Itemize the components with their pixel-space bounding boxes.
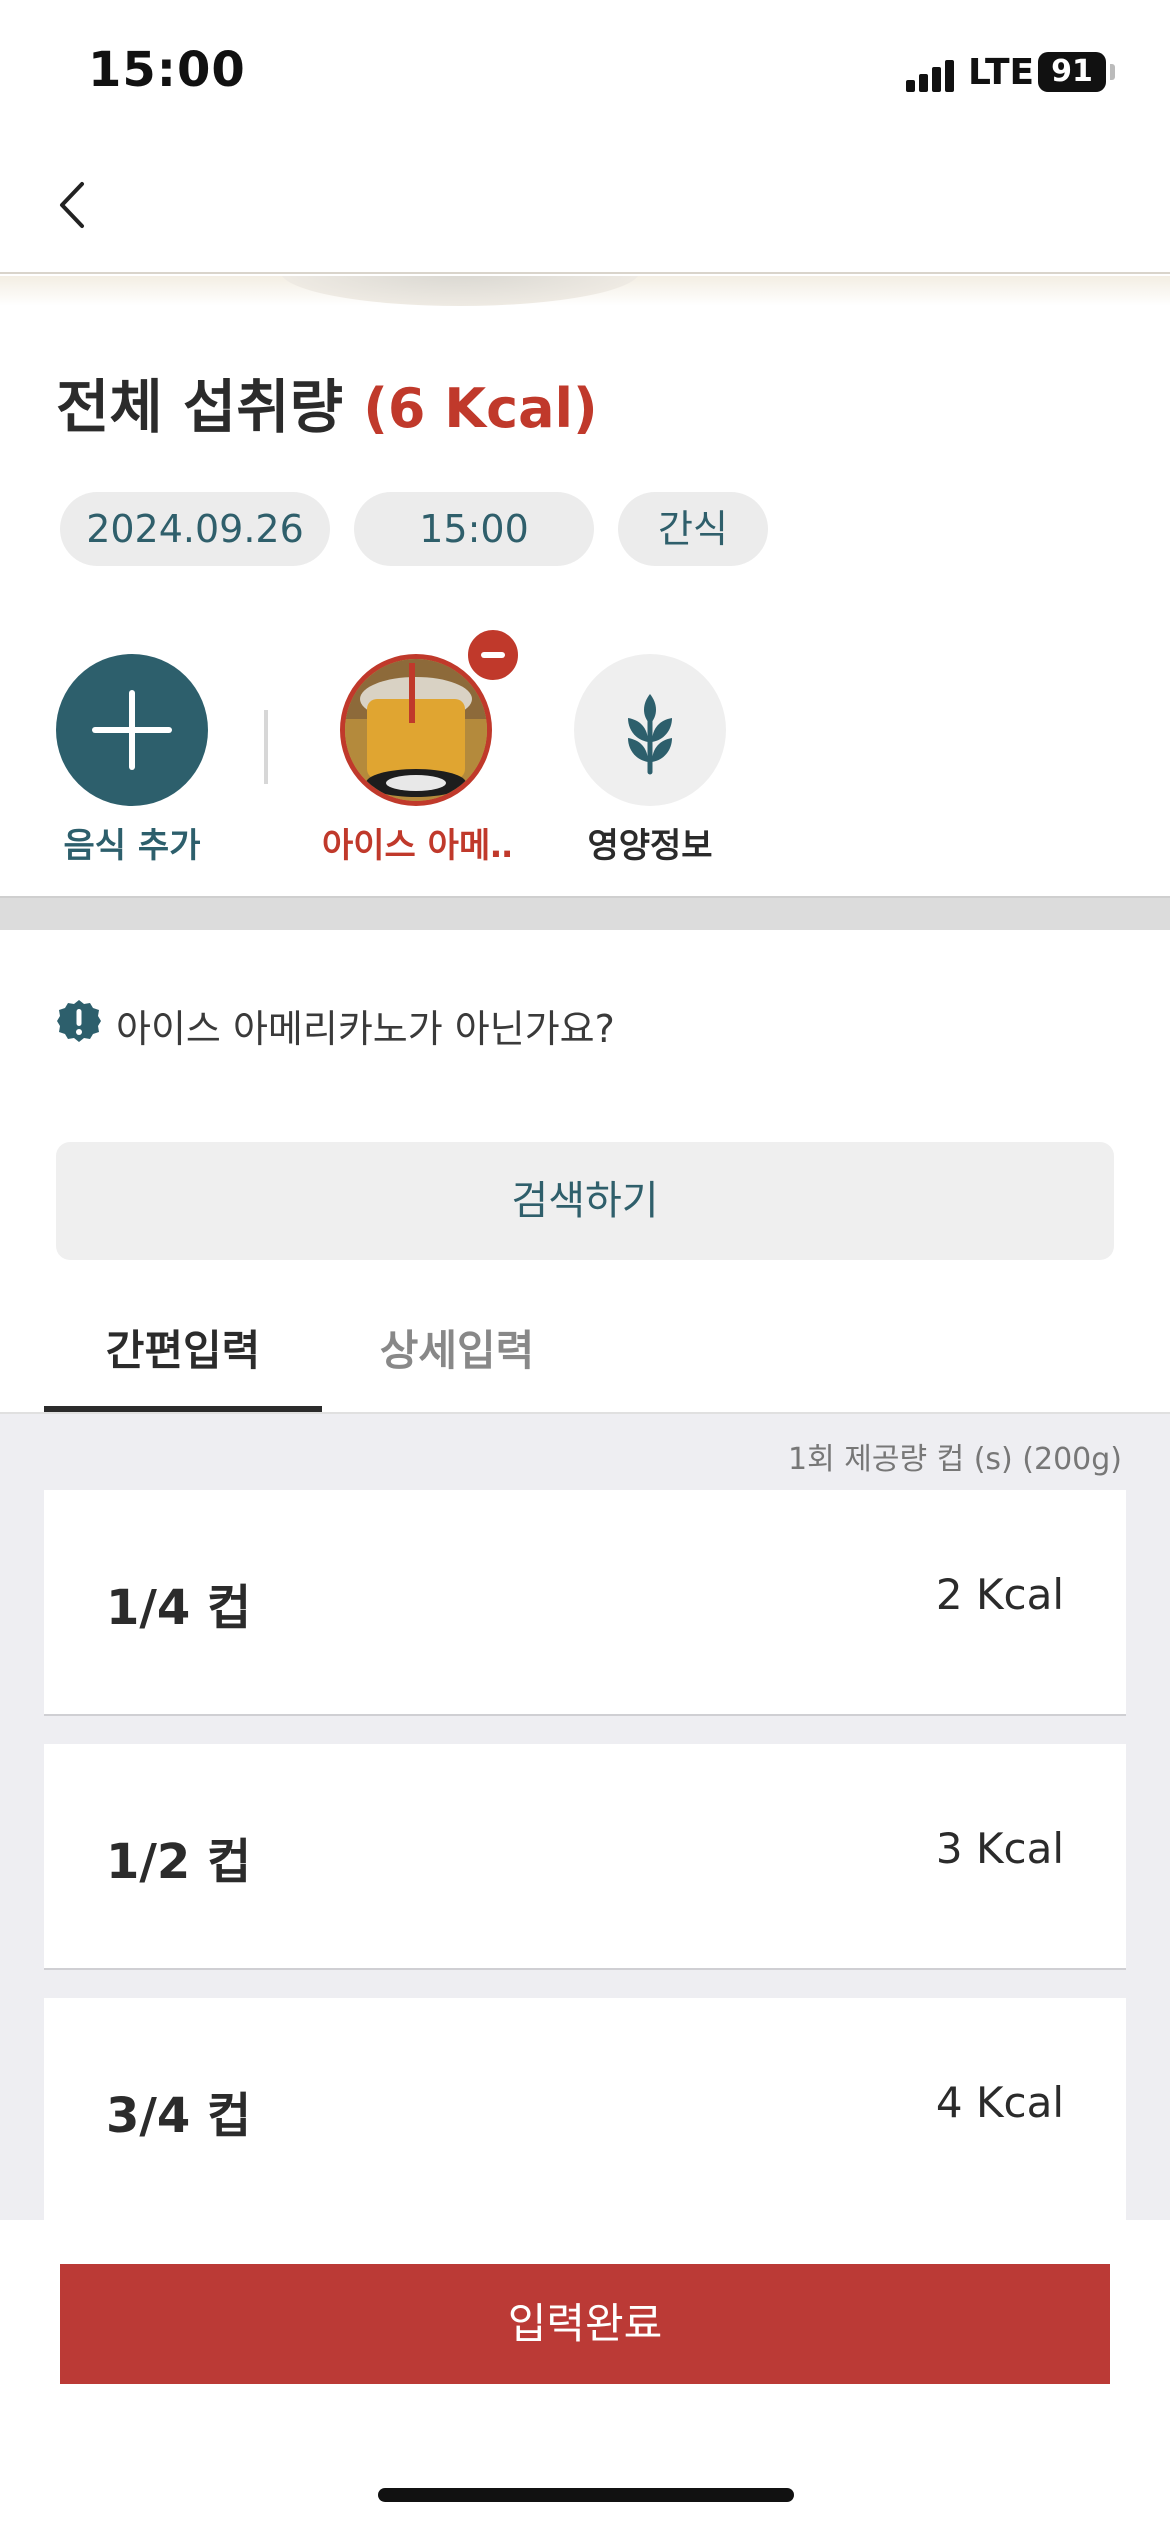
remove-food-button[interactable] [464, 626, 522, 684]
tab-detail-input[interactable]: 상세입력 [322, 1290, 592, 1412]
submit-button[interactable]: 입력완료 [60, 2264, 1110, 2384]
portion-label: 1/2 컵 [106, 1834, 252, 1890]
tab-quick-input[interactable]: 간편입력 [44, 1290, 322, 1412]
portion-option[interactable]: 1/2 컵 3 Kcal [44, 1744, 1126, 1970]
date-chip[interactable]: 2024.09.26 [60, 492, 330, 566]
portion-kcal: 2 Kcal [935, 1570, 1064, 1619]
network-type: LTE [968, 52, 1035, 93]
portion-option[interactable]: 1/4 컵 2 Kcal [44, 1490, 1126, 1716]
nutrition-info-label: 영양정보 [587, 826, 713, 866]
page-title: 전체 섭취량 (6 Kcal) [56, 360, 598, 444]
leaf-icon [628, 694, 672, 775]
alert-icon [57, 1000, 101, 1042]
food-item-label: 아이스 아메… [322, 826, 510, 866]
meal-type-chip[interactable]: 간식 [618, 492, 768, 566]
signal-icon [906, 60, 956, 92]
portion-kcal: 4 Kcal [935, 2078, 1064, 2127]
iced-coffee-image [345, 659, 487, 801]
title-text: 전체 섭취량 [56, 373, 343, 441]
portion-list: 1회 제공량 컵 (s) (200g) 1/4 컵 2 Kcal 1/2 컵 3… [0, 1414, 1170, 2220]
chevron-left-icon [60, 182, 84, 228]
hero-image-strip [0, 276, 1170, 306]
battery-icon: 91 [1038, 52, 1106, 92]
food-item-thumbnail[interactable] [340, 654, 492, 806]
portion-label: 3/4 컵 [106, 2088, 252, 2144]
search-button[interactable]: 검색하기 [56, 1142, 1114, 1260]
nutrition-info-button[interactable] [574, 654, 726, 806]
add-food-label: 음식 추가 [63, 826, 201, 866]
portion-label: 1/4 컵 [106, 1580, 252, 1636]
portion-option[interactable]: 3/4 컵 4 Kcal [44, 1998, 1126, 2220]
divider [264, 710, 268, 784]
nav-bar [0, 140, 1170, 274]
notice-text: 아이스 아메리카노가 아닌가요? [116, 1007, 615, 1051]
status-time: 15:00 [88, 42, 246, 98]
section-divider [0, 896, 1170, 930]
home-indicator [378, 2488, 794, 2502]
battery-cap [1110, 64, 1115, 80]
total-kcal: (6 Kcal) [363, 377, 598, 440]
portion-kcal: 3 Kcal [935, 1824, 1064, 1873]
footer: 입력완료 [0, 2220, 1170, 2532]
back-button[interactable] [40, 170, 110, 240]
time-chip[interactable]: 15:00 [354, 492, 594, 566]
add-food-button[interactable] [56, 654, 208, 806]
status-bar: 15:00 LTE 91 [0, 0, 1170, 140]
serving-size-note: 1회 제공량 컵 (s) (200g) [788, 1442, 1122, 1477]
